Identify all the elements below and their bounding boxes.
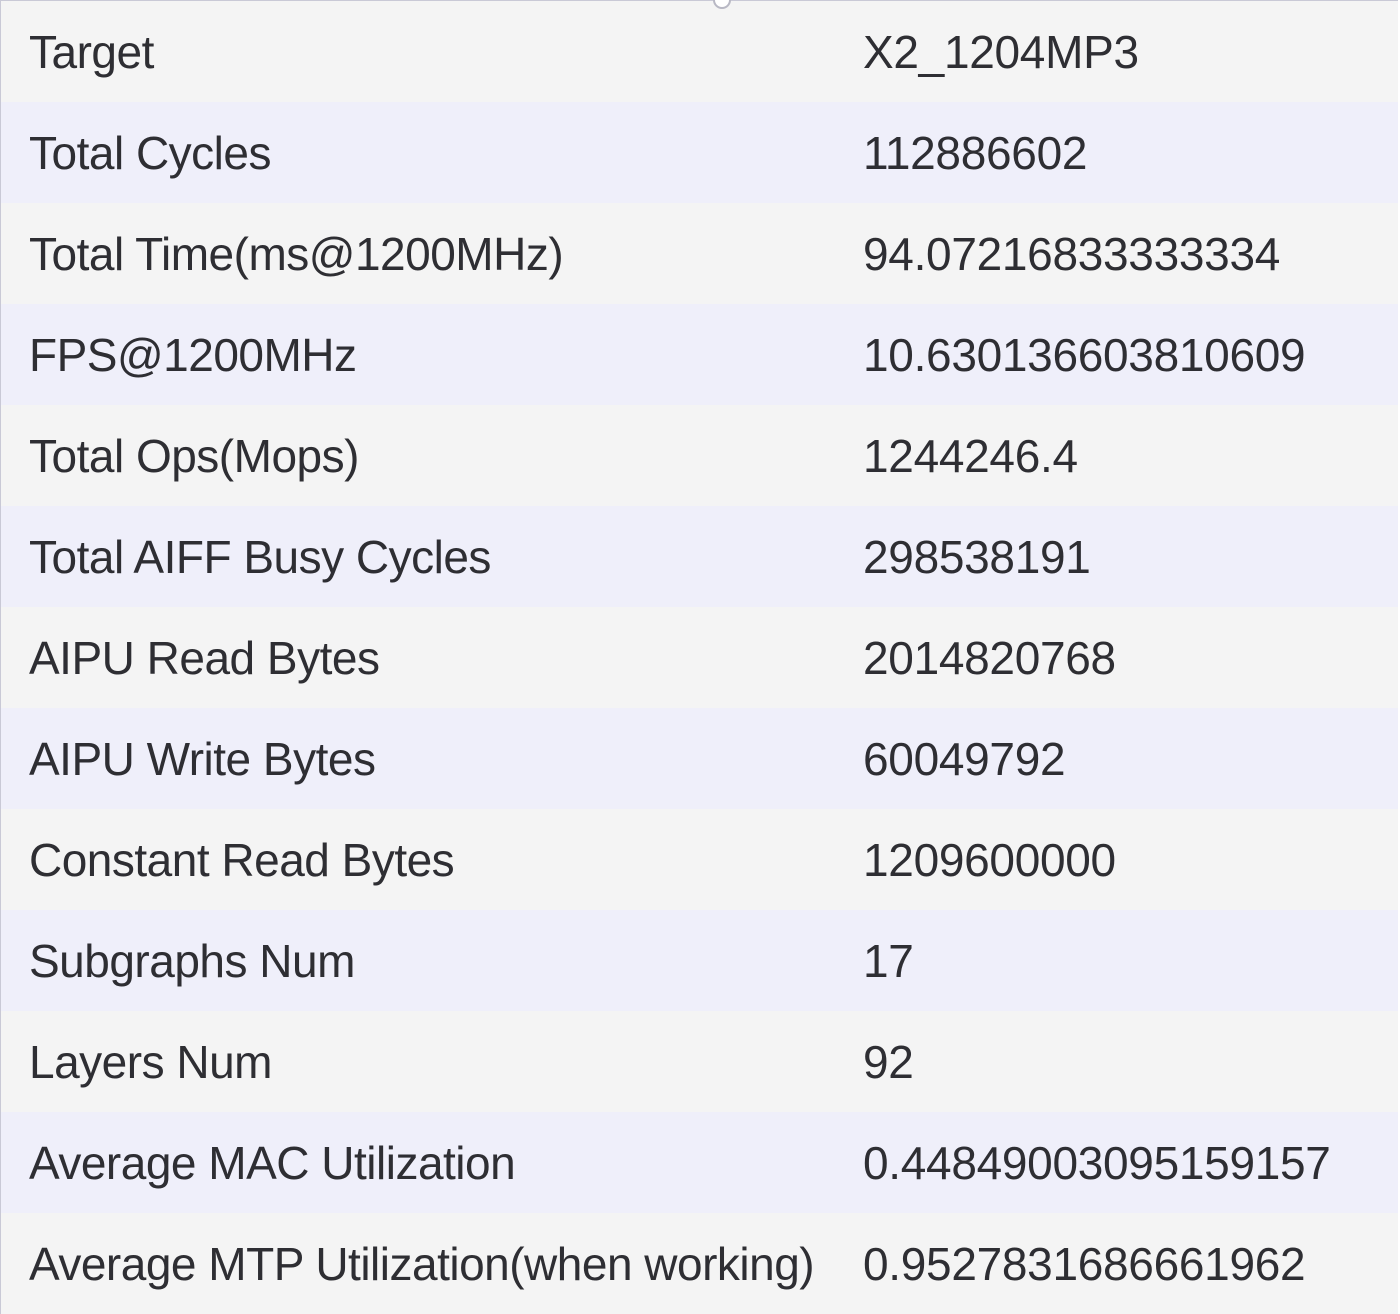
- row-key: Layers Num: [29, 1035, 272, 1088]
- row-key: Total Time(ms@1200MHz): [29, 227, 564, 280]
- row-value: 1209600000: [863, 833, 1116, 886]
- table-row: Constant Read Bytes 1209600000: [1, 809, 1398, 910]
- row-value: X2_1204MP3: [863, 25, 1139, 78]
- row-value: 2014820768: [863, 631, 1116, 684]
- row-value: 1244246.4: [863, 429, 1078, 482]
- table-row: Subgraphs Num 17: [1, 910, 1398, 1011]
- row-key: Total Cycles: [29, 126, 271, 179]
- row-key: AIPU Write Bytes: [29, 732, 376, 785]
- row-value: 0.9527831686661962: [863, 1237, 1306, 1290]
- table-row: Average MTP Utilization(when working) 0.…: [1, 1213, 1398, 1314]
- row-value: 17: [863, 934, 914, 987]
- row-key: Total AIFF Busy Cycles: [29, 530, 491, 583]
- table-row: FPS@1200MHz 10.630136603810609: [1, 304, 1398, 405]
- row-key: Average MTP Utilization(when working): [29, 1237, 815, 1290]
- row-value: 10.630136603810609: [863, 328, 1306, 381]
- table-row: Target X2_1204MP3: [1, 1, 1398, 102]
- row-value: 92: [863, 1035, 914, 1088]
- table-row: Total Time(ms@1200MHz) 94.07216833333334: [1, 203, 1398, 304]
- row-key: Subgraphs Num: [29, 934, 355, 987]
- row-key: AIPU Read Bytes: [29, 631, 380, 684]
- table-row: AIPU Write Bytes 60049792: [1, 708, 1398, 809]
- table-row: AIPU Read Bytes 2014820768: [1, 607, 1398, 708]
- row-value: 0.44849003095159157: [863, 1136, 1331, 1189]
- table-row: Layers Num 92: [1, 1011, 1398, 1112]
- table-row: Total Ops(Mops) 1244246.4: [1, 405, 1398, 506]
- row-key: Constant Read Bytes: [29, 833, 455, 886]
- row-value: 60049792: [863, 732, 1066, 785]
- row-key: Average MAC Utilization: [29, 1136, 516, 1189]
- summary-table: Target X2_1204MP3 Total Cycles 112886602…: [0, 0, 1398, 1314]
- table-row: Average MAC Utilization 0.44849003095159…: [1, 1112, 1398, 1213]
- row-value: 94.07216833333334: [863, 227, 1281, 280]
- row-key: FPS@1200MHz: [29, 328, 357, 381]
- row-key: Total Ops(Mops): [29, 429, 359, 482]
- table-row: Total AIFF Busy Cycles 298538191: [1, 506, 1398, 607]
- row-value: 298538191: [863, 530, 1091, 583]
- row-value: 112886602: [863, 126, 1088, 179]
- table-row: Total Cycles 112886602: [1, 102, 1398, 203]
- row-key: Target: [29, 25, 154, 78]
